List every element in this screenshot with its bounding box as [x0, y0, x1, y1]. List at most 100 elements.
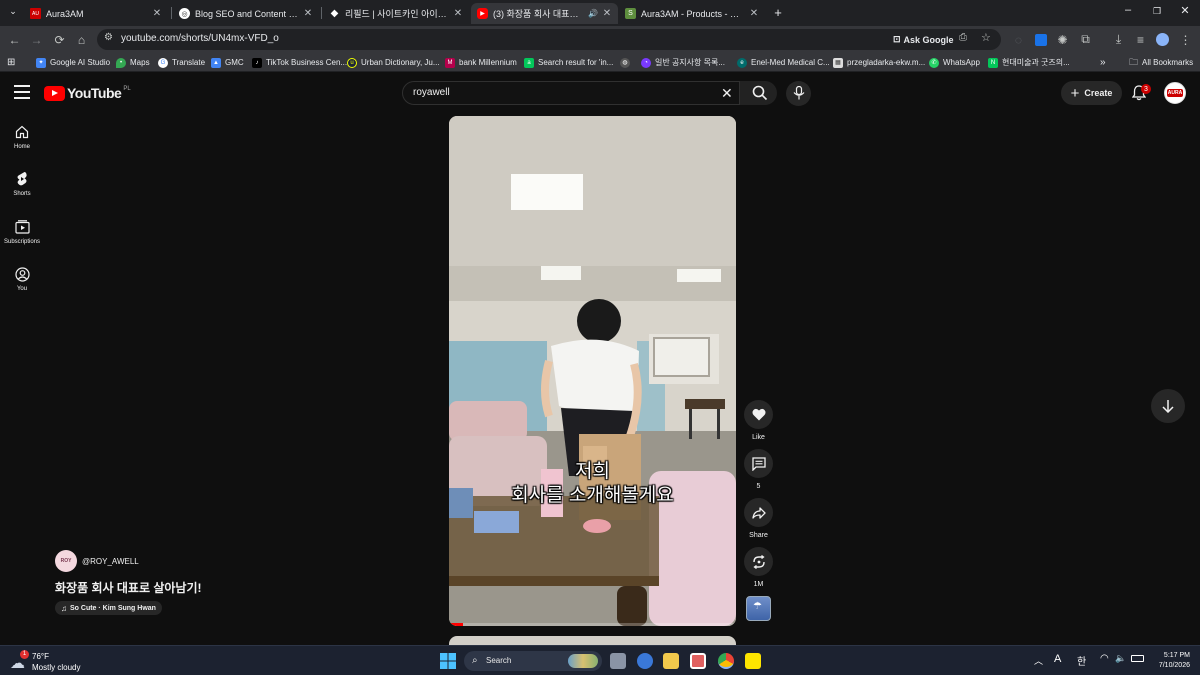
- heart-icon: [752, 408, 765, 421]
- youtube-logo[interactable]: YouTube PL: [44, 85, 131, 101]
- app-icon-blue[interactable]: [637, 653, 653, 669]
- new-tab-button[interactable]: +: [770, 5, 786, 21]
- tab-refield[interactable]: ◆ 리필드 | 사이트카인 아이래쉬 · ✕: [323, 3, 469, 24]
- address-bar[interactable]: ⚙ youtube.com/shorts/UN4mx-VFD_o ⊡ Ask G…: [97, 29, 1001, 50]
- more-bookmarks-chevron-icon[interactable]: »: [1100, 56, 1106, 69]
- remix-button[interactable]: 1M: [744, 547, 773, 588]
- like-button[interactable]: Like: [744, 400, 773, 441]
- search-button[interactable]: [739, 81, 777, 105]
- bookmark-google-ai-studio[interactable]: ✦ Google AI Studio: [36, 56, 110, 69]
- bookmark-urban-dictionary[interactable]: u Urban Dictionary, Ju...: [347, 56, 440, 69]
- extension-openai-icon[interactable]: ✺: [1054, 31, 1071, 48]
- search-icon: ⌕: [472, 655, 478, 666]
- start-button[interactable]: [440, 653, 456, 669]
- minimize-button[interactable]: –: [1114, 4, 1142, 16]
- close-tab-icon[interactable]: ✕: [152, 8, 162, 19]
- bookmark-gmc[interactable]: ▲ GMC: [211, 56, 244, 69]
- back-button[interactable]: ←: [6, 31, 23, 48]
- input-language-label[interactable]: 한: [1077, 653, 1086, 668]
- close-tab-icon[interactable]: ✕: [602, 8, 612, 19]
- tab-aura3am[interactable]: AU Aura3AM ✕: [24, 3, 168, 24]
- profile-icon[interactable]: [1154, 31, 1171, 48]
- search-input[interactable]: royawell: [413, 87, 450, 98]
- bookmark-tiktok[interactable]: ♪ TikTok Business Cen...: [252, 56, 347, 69]
- share-button[interactable]: Share: [744, 498, 773, 539]
- url-text[interactable]: youtube.com/shorts/UN4mx-VFD_o: [121, 33, 279, 44]
- sound-thumbnail[interactable]: ☂: [746, 596, 771, 621]
- forward-button[interactable]: →: [28, 31, 45, 48]
- reload-button[interactable]: ⟳: [51, 31, 68, 48]
- bookmark-przegladarka[interactable]: ▦ przegladarka-ekw.m...: [833, 56, 925, 69]
- install-app-icon[interactable]: ⎙: [959, 32, 967, 43]
- sidebar-item-you[interactable]: You: [0, 265, 44, 292]
- next-short-preview[interactable]: [449, 636, 736, 645]
- bookmark-notices[interactable]: ◔ 일반 공지사항 목록...: [641, 56, 725, 69]
- aura3am-favicon: AU: [30, 8, 41, 19]
- close-tab-icon[interactable]: ✕: [303, 8, 313, 19]
- voice-search-button[interactable]: [786, 81, 811, 106]
- bookmark-enel-med[interactable]: e Enel-Med Medical C...: [737, 56, 830, 69]
- clear-search-icon[interactable]: ✕: [721, 85, 733, 102]
- bookmark-search-result[interactable]: a Search result for 'in...: [524, 56, 613, 69]
- channel-handle[interactable]: @ROY_AWELL: [82, 557, 139, 566]
- create-button[interactable]: + Create: [1061, 81, 1122, 105]
- apps-grid-icon[interactable]: ⊞: [7, 56, 15, 69]
- weather-alert-badge: 1: [20, 650, 29, 659]
- wifi-icon[interactable]: ◠: [1100, 653, 1109, 664]
- tab-blog-seo[interactable]: ◎ Blog SEO and Content Help ✕: [173, 3, 319, 24]
- caption-line-2: 회사를 소개해볼게요: [511, 485, 674, 506]
- close-tab-icon[interactable]: ✕: [453, 8, 463, 19]
- tab-youtube-short[interactable]: ▶ (3) 화장품 회사 대표로 살아 🔊 ✕: [471, 3, 618, 24]
- restore-button[interactable]: ❐: [1143, 6, 1171, 17]
- tab-strip: ⌄ AU Aura3AM ✕ ◎ Blog SEO and Content He…: [0, 0, 1200, 26]
- sound-chip[interactable]: ♫ So Cute · Kim Sung Hwan: [55, 601, 162, 615]
- chrome-menu-icon[interactable]: ⋮: [1177, 31, 1194, 48]
- close-window-button[interactable]: ✕: [1171, 4, 1199, 17]
- extension-download-icon[interactable]: [1032, 31, 1049, 48]
- bookmark-star-icon[interactable]: ☆: [981, 31, 991, 44]
- channel-avatar[interactable]: ROY: [55, 550, 77, 572]
- task-view-icon[interactable]: [610, 653, 626, 669]
- home-button[interactable]: ⌂: [73, 31, 90, 48]
- volume-icon[interactable]: 🔈: [1115, 653, 1126, 664]
- tab-search-chevron-icon[interactable]: ⌄: [6, 6, 20, 20]
- bookmark-translate[interactable]: G Translate: [158, 56, 205, 69]
- shorts-video-player[interactable]: 저희 회사를 소개해볼게요: [449, 116, 736, 626]
- account-avatar[interactable]: AURA: [1164, 82, 1186, 104]
- chrome-taskbar-icon[interactable]: [718, 653, 734, 669]
- comments-button[interactable]: 5: [744, 449, 773, 490]
- bookmark-maps[interactable]: • Maps: [116, 56, 150, 69]
- subscriptions-icon: [14, 220, 30, 234]
- hamburger-menu-icon[interactable]: [14, 85, 30, 99]
- search-box[interactable]: royawell ✕: [402, 81, 777, 105]
- extensions-puzzle-icon[interactable]: ⧉: [1077, 31, 1094, 48]
- bookmark-bank-millennium[interactable]: Mbank Millennium: [445, 56, 517, 69]
- extension-ghost-icon[interactable]: ◌: [1010, 31, 1027, 48]
- reading-list-icon[interactable]: ≡: [1132, 31, 1149, 48]
- sidebar-item-subscriptions[interactable]: Subscriptions: [0, 218, 44, 245]
- taskbar-search[interactable]: ⌕ Search: [464, 651, 602, 671]
- snipping-tool-icon[interactable]: [690, 653, 706, 669]
- ime-mode-label[interactable]: A: [1054, 653, 1061, 665]
- bookmark-globe[interactable]: ◍: [620, 56, 634, 69]
- caption-line-1: 저희: [575, 461, 610, 482]
- google-lens-icon: ⊡: [893, 34, 901, 44]
- sidebar-item-home[interactable]: Home: [0, 123, 44, 150]
- sidebar-item-shorts[interactable]: Shorts: [0, 170, 44, 197]
- file-explorer-icon[interactable]: [663, 653, 679, 669]
- battery-icon[interactable]: [1131, 655, 1144, 662]
- tab-shopify[interactable]: S Aura3AM - Products - Shopify ✕: [619, 3, 765, 24]
- ask-google-button[interactable]: ⊡ Ask Google: [889, 32, 958, 47]
- next-short-button[interactable]: [1151, 389, 1185, 423]
- bookmark-modern-art[interactable]: N 현대미술과 굿즈의...: [988, 56, 1070, 69]
- kakaotalk-icon[interactable]: [745, 653, 761, 669]
- tray-overflow-chevron-icon[interactable]: ︿: [1034, 654, 1043, 667]
- site-info-icon[interactable]: ⚙: [104, 32, 113, 43]
- speaker-icon[interactable]: 🔊: [588, 9, 598, 18]
- downloads-icon[interactable]: ⤓: [1110, 31, 1127, 48]
- bookmark-whatsapp[interactable]: ✆ WhatsApp: [929, 56, 980, 69]
- video-progress-bar[interactable]: [449, 623, 736, 626]
- all-bookmarks-folder[interactable]: 🗀 All Bookmarks: [1129, 56, 1193, 69]
- taskbar-clock[interactable]: 5:17 PM 7/10/2026: [1148, 651, 1190, 671]
- close-tab-icon[interactable]: ✕: [749, 8, 759, 19]
